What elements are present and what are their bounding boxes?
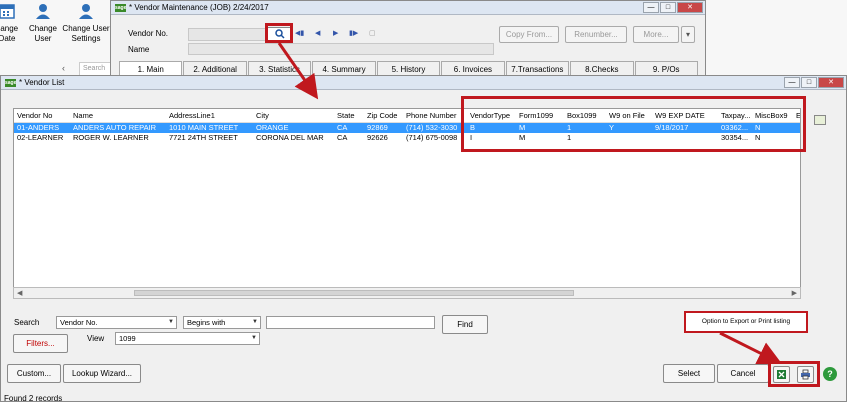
help-icon[interactable]: ?: [823, 367, 837, 381]
change-user-tool[interactable]: Change User: [26, 0, 60, 44]
vendor-list-titlebar: sage * Vendor List — □ ✕: [1, 76, 846, 90]
table-cell: CA: [337, 133, 348, 142]
copy-from-button[interactable]: Copy From...: [499, 26, 559, 43]
close-button[interactable]: ✕: [818, 77, 844, 88]
table-cell: ROGER W. LEARNER: [73, 133, 149, 142]
next-record-icon[interactable]: ▶: [333, 29, 338, 37]
annotation-box-lookup: [265, 23, 293, 43]
table-cell: 92869: [367, 123, 388, 132]
change-date-label: hange Date: [0, 24, 19, 43]
chevron-down-icon: ▼: [251, 335, 257, 341]
column-header[interactable]: Name: [73, 109, 165, 123]
scroll-right-icon[interactable]: ▶: [792, 289, 797, 297]
column-header[interactable]: State: [337, 109, 361, 123]
table-cell: 92626: [367, 133, 388, 142]
change-user-settings-tool[interactable]: Change User Settings: [60, 0, 112, 44]
view-value: 1099: [119, 334, 136, 343]
column-header[interactable]: AddressLine1: [169, 109, 251, 123]
annotation-box-columns: [461, 96, 806, 152]
horizontal-scrollbar[interactable]: ◀ ▶: [13, 287, 801, 299]
custom-button[interactable]: Custom...: [7, 364, 61, 383]
find-button[interactable]: Find: [442, 315, 488, 334]
change-user-label: Change User: [28, 24, 58, 43]
sage-logo-icon: sage: [115, 4, 127, 12]
user-icon: [36, 4, 50, 19]
column-header[interactable]: Phone Number: [406, 109, 462, 123]
export-grid-icon[interactable]: [814, 115, 826, 125]
table-cell: 02-LEARNER: [17, 133, 64, 142]
vendor-list-title: * Vendor List: [19, 78, 65, 87]
table-cell: 01-ANDERS: [17, 123, 60, 132]
vendor-maintenance-window: sage * Vendor Maintenance (JOB) 2/24/201…: [110, 0, 706, 78]
vendor-maintenance-titlebar: sage * Vendor Maintenance (JOB) 2/24/201…: [111, 1, 705, 15]
table-cell: 7721 24TH STREET: [169, 133, 238, 142]
vendor-no-label: Vendor No.: [128, 29, 169, 38]
filters-button[interactable]: Filters...: [13, 334, 68, 353]
minimize-button[interactable]: —: [784, 77, 800, 88]
table-cell: ORANGE: [256, 123, 289, 132]
table-cell: CA: [337, 123, 348, 132]
change-user-settings-label: Change User Settings: [62, 24, 110, 43]
chevron-down-icon: ▼: [252, 319, 258, 325]
view-label: View: [87, 334, 105, 343]
cancel-button[interactable]: Cancel: [717, 364, 769, 383]
search-label: Search: [14, 318, 40, 327]
search-field-select[interactable]: Vendor No. ▼: [56, 316, 177, 329]
select-button[interactable]: Select: [663, 364, 715, 383]
column-header[interactable]: City: [256, 109, 332, 123]
last-record-icon[interactable]: ▮▶: [349, 29, 358, 37]
sage-logo-icon: sage: [5, 79, 17, 87]
search-mode-value: Begins with: [187, 318, 226, 327]
renumber-button[interactable]: Renumber...: [565, 26, 627, 43]
chevron-down-icon: ▼: [168, 319, 174, 325]
table-cell: (714) 532-3030: [406, 123, 458, 132]
window-controls: — □ ✕: [643, 2, 703, 13]
table-cell: 1010 MAIN STREET: [169, 123, 239, 132]
more-dropdown-arrow[interactable]: ▾: [681, 26, 695, 43]
maximize-button[interactable]: □: [801, 77, 817, 88]
change-date-tool[interactable]: hange Date: [0, 0, 20, 44]
previous-record-icon[interactable]: ◀: [315, 29, 320, 37]
annotation-callout: Option to Export or Print listing: [684, 311, 808, 333]
name-field[interactable]: [188, 43, 494, 55]
name-label: Name: [128, 45, 150, 54]
vendor-no-field[interactable]: [188, 28, 268, 41]
close-button[interactable]: ✕: [677, 2, 703, 13]
chevron-left-icon[interactable]: ‹: [62, 63, 65, 73]
memo-icon[interactable]: ▢: [369, 29, 376, 37]
first-record-icon[interactable]: ◀▮: [295, 29, 304, 37]
vendor-maintenance-title: * Vendor Maintenance (JOB) 2/24/2017: [129, 3, 269, 12]
column-header[interactable]: Vendor No: [17, 109, 69, 123]
calendar-icon: [0, 4, 15, 19]
scrollbar-thumb[interactable]: [134, 290, 574, 296]
table-cell: CORONA DEL MAR: [256, 133, 324, 142]
table-cell: (714) 675-0098: [406, 133, 458, 142]
maximize-button[interactable]: □: [660, 2, 676, 13]
annotation-box-export-print: [768, 361, 820, 387]
search-field-value: Vendor No.: [60, 318, 98, 327]
column-header[interactable]: Zip Code: [367, 109, 403, 123]
window-controls: — □ ✕: [784, 77, 844, 88]
scroll-left-icon[interactable]: ◀: [17, 289, 22, 297]
minimize-button[interactable]: —: [643, 2, 659, 13]
search-input[interactable]: [266, 316, 435, 329]
table-cell: ANDERS AUTO REPAIR: [73, 123, 157, 132]
more-button[interactable]: More...: [633, 26, 679, 43]
view-select[interactable]: 1099 ▼: [115, 332, 260, 345]
user-settings-icon: [79, 4, 93, 19]
search-mode-select[interactable]: Begins with ▼: [183, 316, 261, 329]
lookup-wizard-button[interactable]: Lookup Wizard...: [63, 364, 141, 383]
